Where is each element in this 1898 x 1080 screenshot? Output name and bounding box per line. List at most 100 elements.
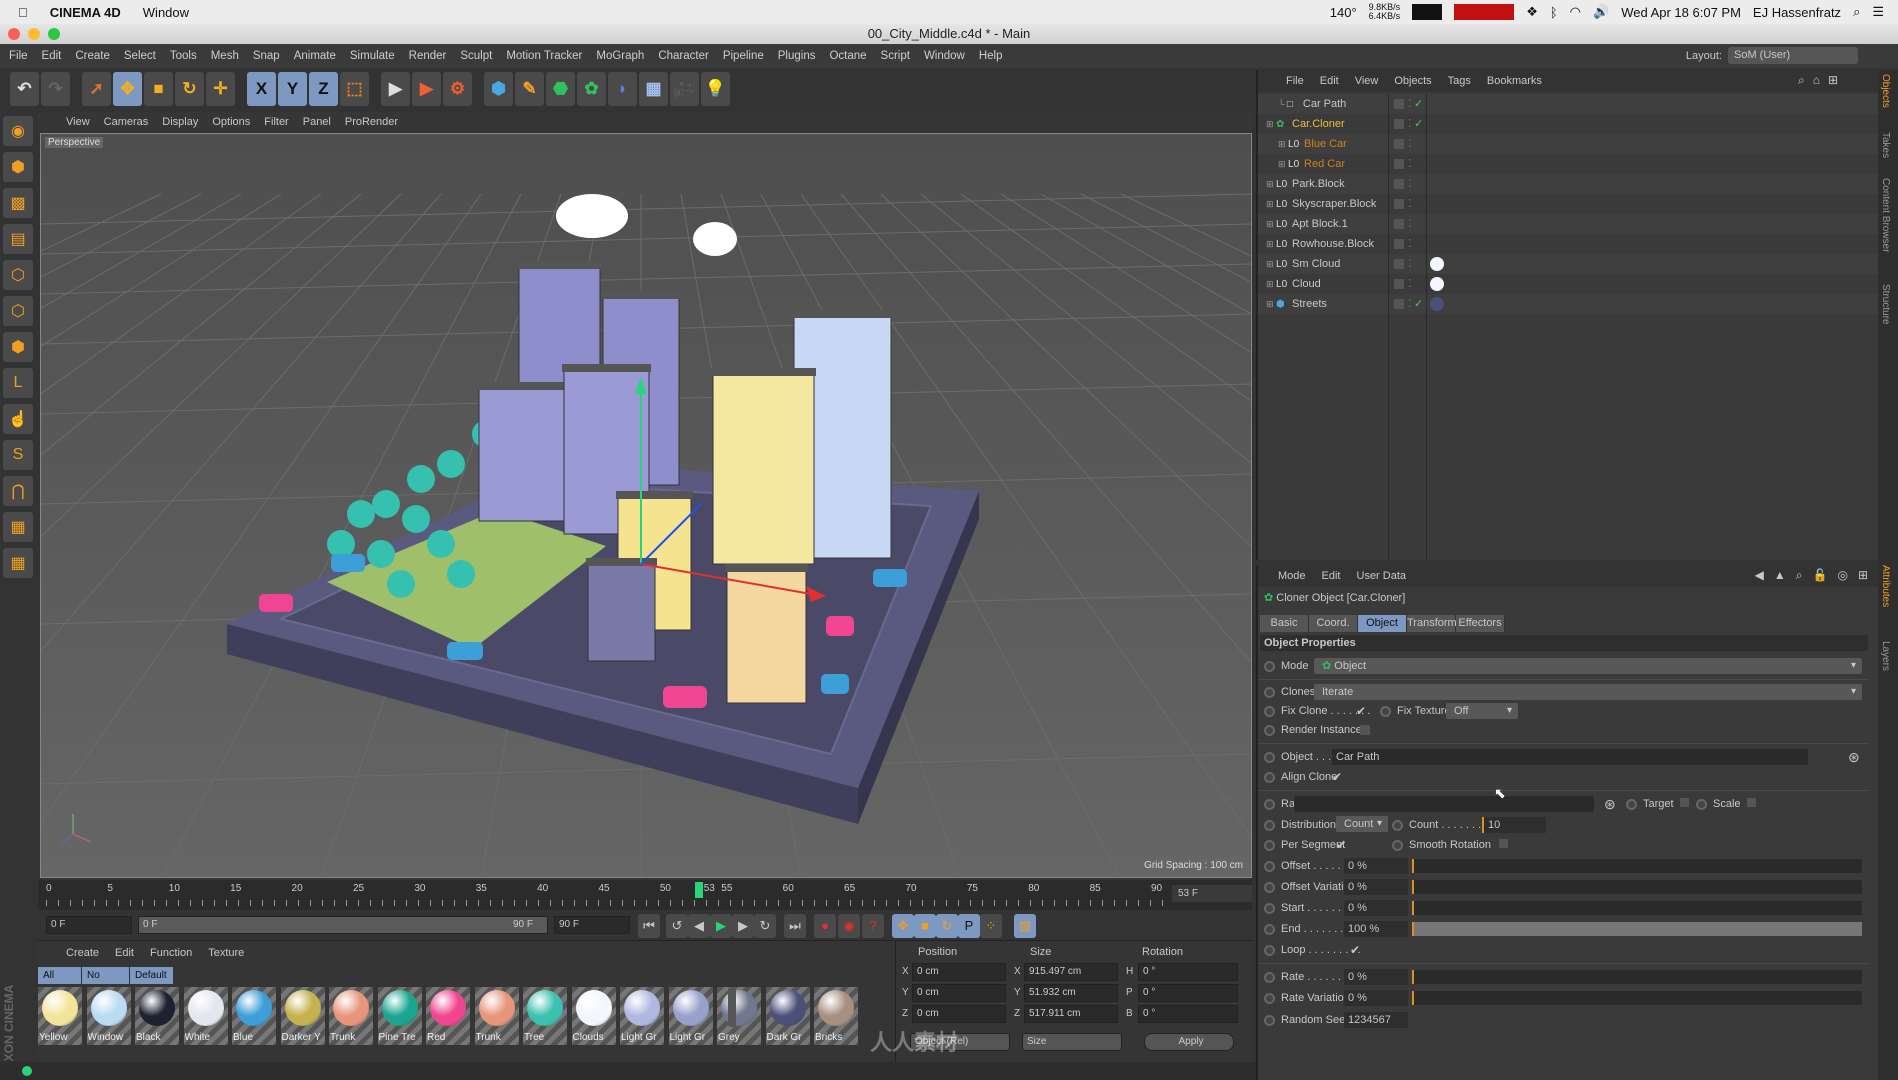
select-icon[interactable]: ➚ [82,72,111,106]
expand-icon[interactable]: ⊞ [1266,299,1276,309]
object-name[interactable]: Car.Cloner [1292,118,1345,130]
menu-octane[interactable]: Octane [829,50,866,62]
expand-icon[interactable]: ⊞ [1266,279,1276,289]
object-link-field[interactable]: Car Path [1332,749,1808,765]
object-row[interactable]: └ □ Car Path ⁚ ✓ [1258,94,1878,114]
size-y-field[interactable]: 51.932 cm [1024,984,1118,1002]
distribution-dropdown[interactable]: Count [1336,816,1388,832]
undo-icon[interactable]: ↶ [10,72,39,106]
pen-icon[interactable]: ✎ [515,72,544,106]
visibility-dots[interactable]: ⁚ [1408,194,1412,214]
dropbox-icon[interactable]: ❖ [1526,4,1538,20]
notification-icon[interactable]: ☰ [1872,4,1884,20]
material-swatch[interactable]: Black [135,987,179,1045]
object-row[interactable]: ⊞ L0 Skyscraper.Block ⁚ [1258,194,1878,214]
side-tab-takes[interactable]: Takes [1880,132,1891,158]
side-tab-objects[interactable]: Objects [1880,74,1891,108]
anim-radio[interactable] [1264,705,1275,717]
object-row[interactable]: ⊞ L0 Apt Block.1 ⁚ [1258,214,1878,234]
material-swatch[interactable]: Clouds [571,987,616,1045]
app-name[interactable]: CINEMA 4D [50,5,121,20]
anim-radio[interactable] [1264,819,1275,831]
anim-radio[interactable] [1264,771,1275,783]
home-icon[interactable]: ⌂ [1813,73,1820,88]
camera-icon[interactable]: 🎥 [670,72,699,106]
slider-value-field[interactable]: 0 % [1344,969,1408,985]
render-view-icon[interactable]: ▶ [381,72,410,106]
model-mode-icon[interactable]: ⬢ [3,152,33,182]
anim-radio[interactable] [1264,751,1275,763]
apple-icon[interactable]:  [18,5,28,20]
bluetooth-icon[interactable]: ᛒ [1550,5,1558,20]
object-name[interactable]: Streets [1292,298,1327,310]
visibility-dots[interactable]: ⁚ [1408,234,1412,254]
timeline-window-icon[interactable]: ▥ [1014,914,1036,938]
layer-swatch[interactable] [1394,119,1404,129]
viewport[interactable]: Perspective Grid Spacing : 100 cm [40,133,1252,878]
enabled-check-icon[interactable]: ✓ [1414,94,1423,114]
timeline-ruler[interactable]: 0 5 10 15 20 25 30 35 40 45 50 55 60 65 70 75 80 85 90 53 … [38,880,1252,910]
object-name[interactable]: Apt Block.1 [1292,218,1348,230]
anim-radio[interactable] [1264,724,1275,736]
menu-mograph[interactable]: MoGraph [596,50,644,62]
clock[interactable]: Wed Apr 18 6:07 PM [1621,5,1741,20]
expand-icon[interactable]: ⊞ [1278,159,1288,169]
slider-track[interactable] [1412,991,1862,1005]
fix-clone-checkbox[interactable]: ✔ [1356,702,1366,720]
pick-object-icon[interactable]: ⊛ [1848,748,1860,766]
deformer-icon[interactable]: ◗ [608,72,637,106]
tab-effectors[interactable]: Effectors [1456,615,1505,632]
menu-render[interactable]: Render [409,50,447,62]
attr-menu-mode[interactable]: Mode [1278,570,1306,582]
object-menu-bookmarks[interactable]: Bookmarks [1487,75,1542,87]
scale-checkbox[interactable] [1746,798,1756,807]
texture-mode-icon[interactable]: ▩ [3,188,33,218]
key-parameter-icon[interactable]: P [958,914,980,938]
enabled-check-icon[interactable]: ✓ [1414,294,1423,314]
new-panel-icon[interactable]: ⊞ [1828,73,1838,88]
material-menu-function[interactable]: Function [150,947,192,959]
material-swatch[interactable]: Trunk [329,987,373,1045]
x-axis-icon[interactable]: X [247,72,276,106]
position-z-field[interactable]: 0 cm [912,1005,1006,1023]
slider-track[interactable] [1412,859,1862,873]
position-y-field[interactable]: 0 cm [912,984,1006,1002]
rotation-b-field[interactable]: 0 ° [1138,1005,1238,1023]
wifi-icon[interactable]: ◠ [1570,4,1581,20]
render-picture-viewer-icon[interactable]: ▶ [412,72,441,106]
magnet-icon[interactable]: ⋂ [3,476,33,506]
lock-icon[interactable]: 🔓 [1813,568,1828,583]
visibility-dots[interactable]: ⁚ [1408,214,1412,234]
anim-radio[interactable] [1264,839,1275,851]
anim-radio[interactable] [1264,923,1275,935]
anim-radio[interactable] [1392,819,1403,831]
object-menu-edit[interactable]: Edit [1320,75,1339,87]
material-swatch[interactable]: Tree [523,987,567,1045]
subdivision-icon[interactable]: ⬣ [546,72,575,106]
layer-swatch[interactable] [1394,139,1404,149]
tab-transform[interactable]: Transform [1407,615,1457,632]
workplane-lock-icon[interactable]: ▦ [3,512,33,542]
object-name[interactable]: Rowhouse.Block [1292,238,1374,250]
visibility-dots[interactable]: ⁚ [1408,154,1412,174]
material-swatch[interactable]: Red [426,987,470,1045]
object-name[interactable]: Red Car [1304,158,1345,170]
start-frame-field[interactable]: 0 F [46,916,132,934]
mode-dropdown[interactable]: ✿ Object [1314,658,1862,674]
expand-icon[interactable]: └ [1278,99,1287,109]
anim-radio[interactable] [1264,686,1275,698]
object-name[interactable]: Blue Car [1304,138,1347,150]
menu-character[interactable]: Character [658,50,709,62]
redo-icon[interactable]: ↷ [41,72,70,106]
cube-icon[interactable]: ⬢ [484,72,513,106]
material-tag[interactable] [1430,257,1444,271]
visibility-dots[interactable]: ⁚ [1408,294,1412,314]
material-swatch[interactable]: Dark Gr [765,987,810,1045]
layer-swatch[interactable] [1394,199,1404,209]
camera-label[interactable]: Perspective [45,137,104,148]
zoom-button[interactable] [48,28,60,40]
previous-frame-icon[interactable]: ◀ [688,914,710,938]
slider-value-field[interactable]: 0 % [1344,858,1408,874]
count-field[interactable]: 10 [1482,817,1546,833]
material-swatch[interactable]: Darker Y [280,987,325,1045]
